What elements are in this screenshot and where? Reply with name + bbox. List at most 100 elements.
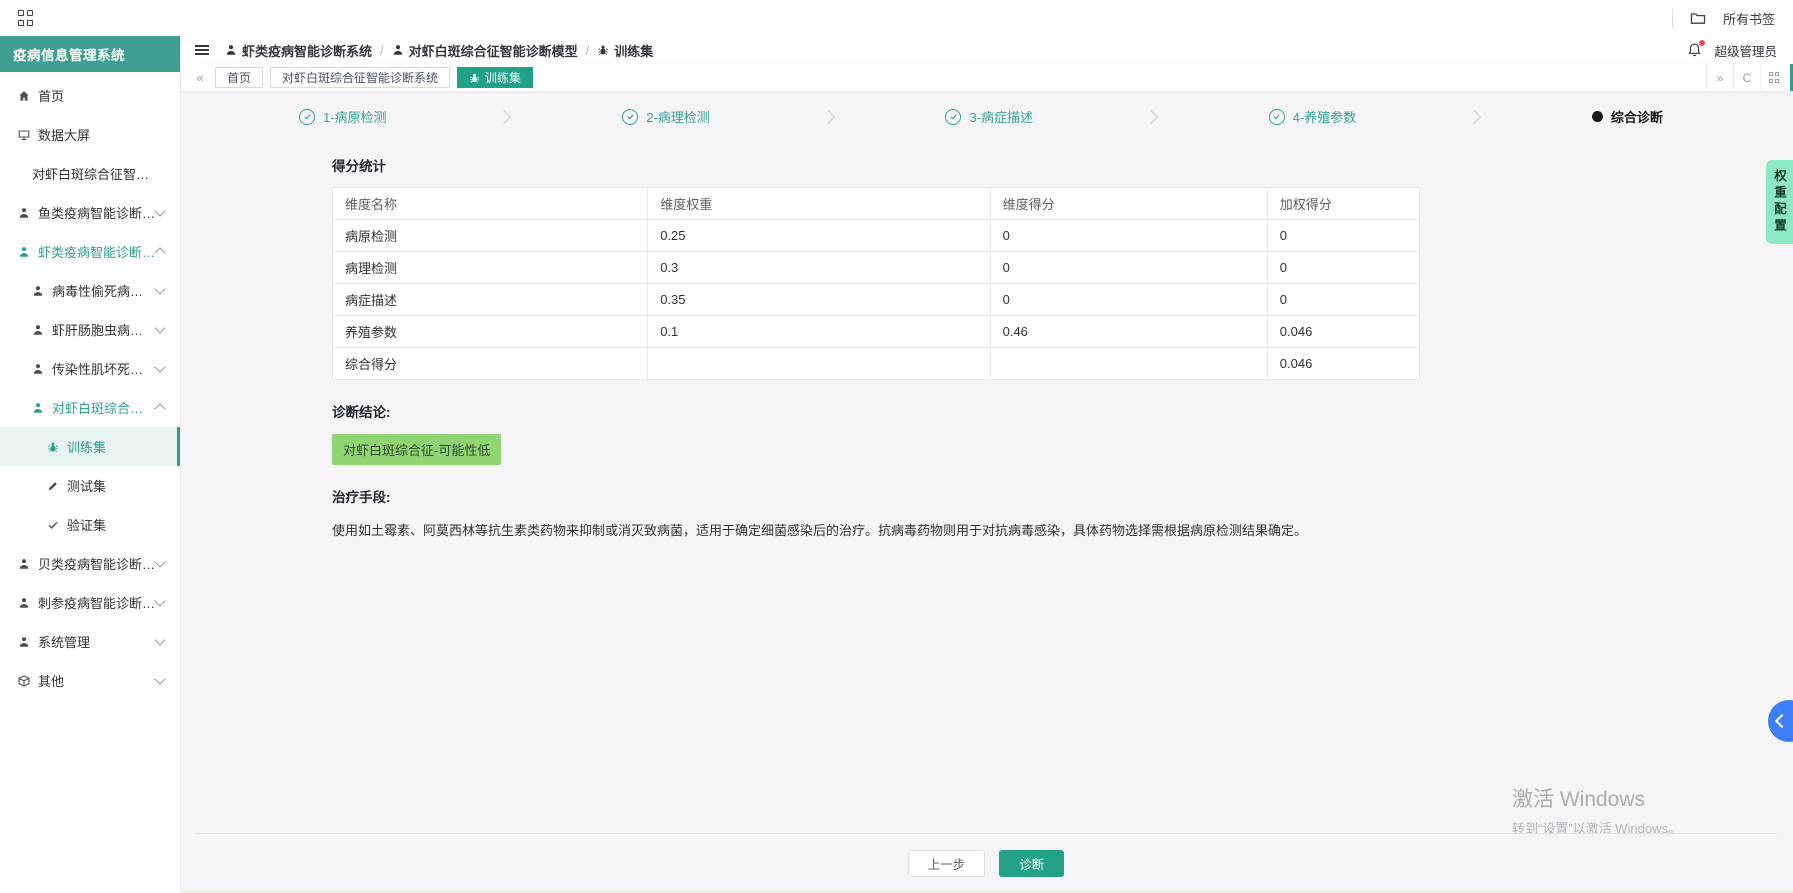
tab-bar: « 首页 对虾白斑综合征智能诊断系统 训练集 » C — [181, 64, 1793, 91]
treatment-text: 使用如土霉素、阿莫西林等抗生素类药物来抑制或消灭致病菌，适用于确定细菌感染后的治… — [332, 523, 1308, 538]
check-icon — [47, 519, 59, 531]
sidebar-item-label: 刺参疫病智能诊断系统 — [38, 596, 156, 611]
bug-icon — [47, 441, 59, 453]
tab-item[interactable]: 首页 — [215, 67, 264, 88]
sidebar-item[interactable]: 传染性肌坏死智能诊断模型 — [0, 349, 180, 388]
step-check-icon — [945, 108, 962, 125]
sidebar-item[interactable]: 病毒性偷死病智能诊断模型 — [0, 271, 180, 310]
sidebar-item-label: 验证集 — [67, 518, 107, 533]
chevron-up-icon — [154, 403, 166, 415]
divider — [1671, 9, 1673, 27]
sidebar-item[interactable]: 对虾白斑综合征智能诊断模型 — [0, 388, 180, 427]
table-cell: 病症描述 — [331, 283, 649, 316]
chevron-down-icon — [154, 673, 166, 685]
breadcrumb-separator: / — [585, 42, 590, 58]
sidebar-item[interactable]: 验证集 — [0, 505, 180, 544]
breadcrumb-separator: / — [380, 42, 384, 58]
sidebar-item[interactable]: 训练集 — [0, 427, 180, 466]
tab-item[interactable]: 对虾白斑综合征智能诊断系统 — [270, 67, 451, 88]
step-done[interactable]: 1-病原检测 — [299, 107, 387, 126]
user-icon — [18, 207, 30, 219]
app-grid-icon[interactable] — [18, 9, 35, 27]
all-bookmarks[interactable]: 所有书签 — [1671, 9, 1775, 28]
sidebar-item[interactable]: 数据大屏 — [0, 115, 180, 154]
step-done[interactable]: 3-病症描述 — [945, 107, 1033, 126]
score-table: 维度名称 维度权重 维度得分 加权得分 病原检测 0.25 0 0 病理检测 0.3 0 0 病症描述… — [331, 187, 1421, 380]
weight-config-label: 权重配置 — [1772, 169, 1786, 235]
sidebar-nav: 首页数据大屏对虾白斑综合征智能诊断系统鱼类疫病智能诊断系统虾类疫病智能诊断系统病… — [0, 72, 180, 700]
table-cell: 养殖参数 — [331, 315, 649, 348]
step-done[interactable]: 4-养殖参数 — [1268, 107, 1356, 126]
sidebar-item-label: 对虾白斑综合征智能诊断系统 — [32, 167, 150, 182]
table-cell: 0.46 — [989, 315, 1268, 348]
tabs-scroll-left-icon[interactable]: « — [191, 70, 209, 85]
column-header: 维度权重 — [647, 187, 991, 220]
tab-active[interactable]: 训练集 — [457, 67, 534, 88]
refresh-icon[interactable]: C — [1733, 64, 1760, 91]
folder-icon — [1690, 11, 1706, 25]
table-cell: 0.046 — [1266, 315, 1421, 348]
user-icon — [18, 597, 30, 609]
chevron-down-icon — [154, 556, 166, 568]
hamburger-icon[interactable] — [195, 42, 209, 57]
step-label: 1-病原检测 — [323, 110, 387, 125]
breadcrumb-item[interactable]: 对虾白斑综合征智能诊断模型 — [392, 41, 578, 60]
table-cell: 0 — [989, 219, 1268, 252]
conclusion-label: 诊断结论: — [332, 405, 391, 420]
step-separator-icon — [497, 109, 512, 124]
table-cell: 综合得分 — [331, 347, 649, 380]
score-panel: 得分统计 维度名称 维度权重 维度得分 加权得分 病原检测 0.25 0 0 病理检测 0.3 0… — [331, 155, 1421, 541]
sidebar-item[interactable]: 刺参疫病智能诊断系统 — [0, 583, 180, 622]
content-area: 虾类疫病智能诊断系统 / 对虾白斑综合征智能诊断模型 / 训练集 超级管理员 « 首页对… — [181, 36, 1793, 893]
sidebar-item-label: 其他 — [38, 674, 65, 689]
table-cell — [647, 347, 991, 380]
sidebar-item[interactable]: 贝类疫病智能诊断系统 — [0, 544, 180, 583]
column-header: 维度得分 — [989, 187, 1268, 220]
user-icon — [225, 44, 237, 56]
breadcrumb-item[interactable]: 训练集 — [597, 41, 653, 60]
sidebar-item-label: 首页 — [38, 89, 65, 104]
sidebar-item[interactable]: 虾类疫病智能诊断系统 — [0, 232, 180, 271]
box-icon — [18, 674, 30, 687]
sidebar-item[interactable]: 首页 — [0, 76, 180, 115]
sidebar-item-label: 鱼类疫病智能诊断系统 — [38, 206, 156, 221]
step-done[interactable]: 2-病理检测 — [622, 107, 710, 126]
tabs: 首页 对虾白斑综合征智能诊断系统 训练集 — [215, 67, 534, 88]
sidebar-item[interactable]: 鱼类疫病智能诊断系统 — [0, 193, 180, 232]
chevron-down-icon — [154, 205, 166, 217]
user-menu[interactable]: 超级管理员 — [1714, 41, 1777, 60]
table-cell: 0.046 — [1266, 347, 1421, 380]
tabbar-controls: » C — [1706, 64, 1787, 91]
bug-icon — [469, 72, 480, 83]
column-header: 加权得分 — [1266, 187, 1421, 220]
user-icon — [32, 363, 44, 375]
table-cell — [989, 347, 1268, 380]
sidebar-item-label: 虾肝肠胞虫病智能诊断模型 — [52, 323, 156, 338]
table-cell: 0 — [989, 251, 1268, 284]
sidebar-item[interactable]: 对虾白斑综合征智能诊断系统 — [0, 154, 180, 193]
home-icon — [18, 90, 30, 102]
chevron-down-icon — [154, 361, 166, 373]
chevron-up-icon — [154, 247, 166, 259]
chevron-down-icon — [154, 634, 166, 646]
sidebar-item[interactable]: 系统管理 — [0, 622, 180, 661]
table-row: 综合得分 0.046 — [331, 347, 1421, 380]
wizard-footer: 上一步 诊断 — [195, 833, 1777, 877]
step-current[interactable]: 综合诊断 — [1591, 107, 1663, 126]
sidebar-item-label: 数据大屏 — [38, 128, 91, 143]
main-panel: 1-病原检测 2-病理检测 3-病症描述 4-养殖参数 综合诊断 得分统计 维度名称 维度… — [181, 91, 1793, 893]
sidebar-item-label: 测试集 — [67, 479, 107, 494]
weight-config-tag[interactable]: 权重配置 — [1766, 160, 1793, 244]
diagnose-button[interactable]: 诊断 — [999, 850, 1065, 877]
notification-bell-icon[interactable] — [1687, 40, 1706, 58]
sidebar-item[interactable]: 虾肝肠胞虫病智能诊断模型 — [0, 310, 180, 349]
notification-badge — [1699, 40, 1706, 46]
breadcrumb-item[interactable]: 虾类疫病智能诊断系统 — [225, 41, 372, 60]
previous-step-button[interactable]: 上一步 — [907, 850, 986, 877]
tabs-scroll-right-icon[interactable]: » — [1706, 64, 1733, 91]
sidebar-item[interactable]: 其他 — [0, 661, 180, 700]
layout-grid-icon[interactable] — [1760, 64, 1787, 91]
wizard-stepper: 1-病原检测 2-病理检测 3-病症描述 4-养殖参数 综合诊断 — [181, 91, 1793, 126]
sidebar-item[interactable]: 测试集 — [0, 466, 180, 505]
user-icon — [392, 44, 404, 56]
